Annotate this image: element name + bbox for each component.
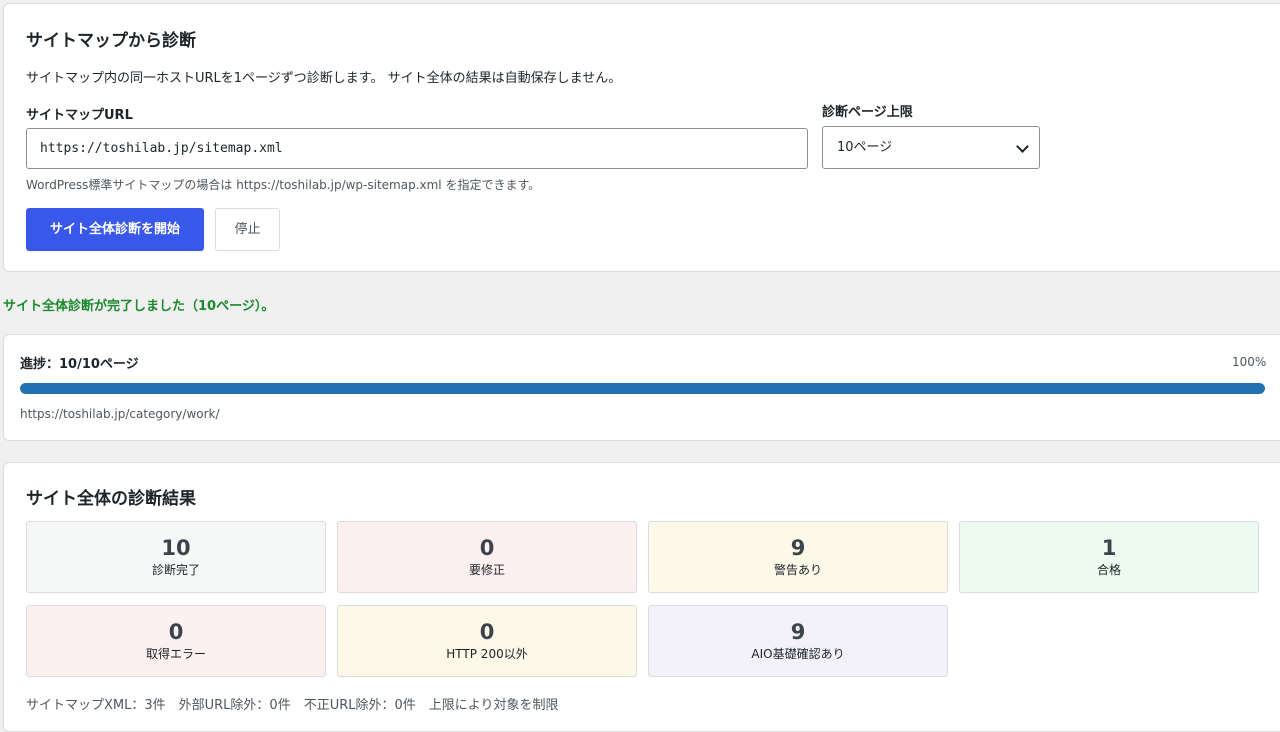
- chevron-down-icon: [1016, 140, 1029, 153]
- page-limit-label: 診断ページ上限: [822, 105, 913, 120]
- progress-bar: [20, 383, 1265, 394]
- progress-label: 進捗：10/10ページ: [20, 357, 139, 372]
- results-footer: サイトマップXML：3件 外部URL除外：0件 不正URL除外：0件 上限により…: [26, 698, 559, 713]
- stat-value: 0: [168, 620, 184, 644]
- progress-bar-fill: [20, 383, 1265, 394]
- start-site-diagnosis-button[interactable]: サイト全体診断を開始: [26, 208, 204, 251]
- stat-card-needs-fix: 0 要修正: [337, 521, 637, 593]
- stop-button[interactable]: 停止: [215, 208, 280, 251]
- stat-label: 合格: [1096, 563, 1121, 577]
- stat-card-non-200: 0 HTTP 200以外: [337, 605, 637, 677]
- stat-value: 1: [1101, 536, 1117, 560]
- stat-label: 診断完了: [151, 563, 200, 577]
- sitemap-hint: WordPress標準サイトマップの場合は https://toshilab.j…: [26, 178, 541, 192]
- results-panel: サイト全体の診断結果 10 診断完了 0 要修正 9 警告あり 1 合格 0 取…: [3, 462, 1280, 732]
- stat-label: AIO基礎確認あり: [751, 647, 845, 661]
- panel-description: サイトマップ内の同一ホストURLを1ページずつ診断します。 サイト全体の結果は自…: [26, 71, 622, 86]
- page-limit-value: 10ページ: [837, 140, 893, 155]
- results-title: サイト全体の診断結果: [26, 489, 196, 509]
- stat-value: 9: [790, 536, 806, 560]
- stat-label: HTTP 200以外: [446, 647, 528, 661]
- sitemap-url-label: サイトマップURL: [26, 108, 133, 123]
- progress-percent: 100%: [1232, 355, 1267, 369]
- current-url: https://toshilab.jp/category/work/: [20, 407, 220, 421]
- stat-card-aio-check: 9 AIO基礎確認あり: [648, 605, 948, 677]
- stat-value: 0: [479, 620, 495, 644]
- stat-value: 9: [790, 620, 806, 644]
- stat-label: 警告あり: [773, 563, 822, 577]
- sitemap-url-input[interactable]: https://toshilab.jp/sitemap.xml: [26, 128, 808, 169]
- stat-card-passed: 1 合格: [959, 521, 1259, 593]
- stat-card-fetch-error: 0 取得エラー: [26, 605, 326, 677]
- panel-title: サイトマップから診断: [26, 31, 196, 51]
- progress-panel: 進捗：10/10ページ 100% https://toshilab.jp/cat…: [3, 334, 1280, 441]
- sitemap-diagnosis-panel: サイトマップから診断 サイトマップ内の同一ホストURLを1ページずつ診断します。…: [3, 3, 1280, 272]
- stat-value: 0: [479, 536, 495, 560]
- page-limit-select[interactable]: 10ページ: [822, 126, 1040, 169]
- stat-label: 取得エラー: [145, 647, 206, 661]
- stat-card-completed: 10 診断完了: [26, 521, 326, 593]
- completion-notice: サイト全体診断が完了しました（10ページ）。: [3, 299, 275, 314]
- stat-label: 要修正: [468, 563, 505, 577]
- stat-value: 10: [161, 536, 191, 560]
- stat-card-warnings: 9 警告あり: [648, 521, 948, 593]
